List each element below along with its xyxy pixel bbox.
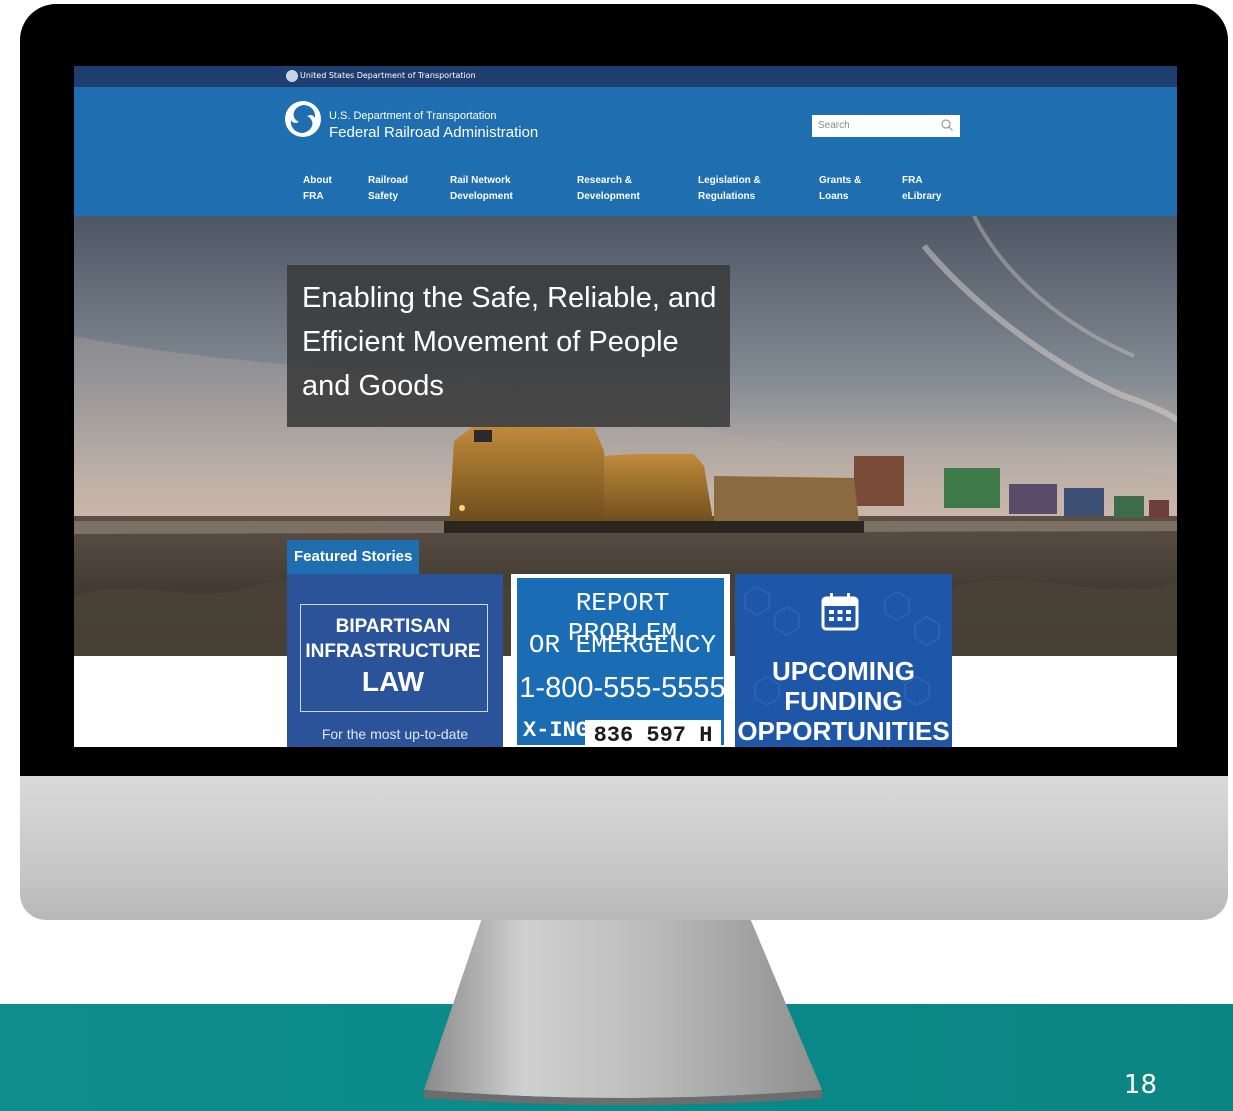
nav-research-development[interactable]: Research & Development bbox=[577, 173, 640, 205]
card-upcoming-funding[interactable]: UPCOMING FUNDING OPPORTUNITIES bbox=[735, 574, 952, 747]
hero-title-line-3: and Goods bbox=[302, 370, 444, 402]
site-header: U.S. Department of Transportation Federa… bbox=[74, 87, 1177, 216]
hero-title-line-1: Enabling the Safe, Reliable, and bbox=[302, 282, 717, 314]
card2-xing-label: X-ING bbox=[523, 718, 590, 743]
card2-xing-number: 836 597 H bbox=[585, 720, 721, 747]
website-screen: United States Department of Transportati… bbox=[74, 66, 1177, 747]
card-report-problem[interactable]: REPORT PROBLEM OR EMERGENCY 1-800-555-55… bbox=[511, 574, 730, 747]
logo-title[interactable]: Federal Railroad Administration bbox=[329, 124, 538, 141]
logo-agency-line[interactable]: U.S. Department of Transportation bbox=[329, 110, 497, 122]
nav-railroad-safety[interactable]: Railroad Safety bbox=[368, 173, 408, 205]
gov-banner-text: United States Department of Transportati… bbox=[300, 71, 476, 80]
hero-title-box: Enabling the Safe, Reliable, and Efficie… bbox=[287, 265, 730, 427]
card3-line-3: OPPORTUNITIES bbox=[737, 716, 950, 746]
card2-phone: 1-800-555-5555 bbox=[519, 672, 726, 704]
calendar-icon bbox=[821, 593, 859, 631]
gov-banner: United States Department of Transportati… bbox=[74, 66, 1177, 87]
card3-line-1: UPCOMING bbox=[772, 656, 915, 686]
nav-about-fra[interactable]: About FRA bbox=[303, 173, 332, 205]
card1-footer: For the most up-to-date bbox=[321, 726, 469, 742]
card2-sign: REPORT PROBLEM OR EMERGENCY 1-800-555-55… bbox=[515, 576, 726, 747]
dot-logo-icon[interactable] bbox=[285, 101, 321, 137]
card3-line-2: FUNDING bbox=[784, 686, 903, 716]
hero-title-line-2: Efficient Movement of People bbox=[302, 326, 679, 358]
card1-line-2: INFRASTRUCTURE bbox=[305, 641, 481, 662]
search-icon[interactable] bbox=[940, 118, 954, 132]
monitor-chin bbox=[20, 776, 1228, 920]
featured-stories-label: Featured Stories bbox=[287, 540, 420, 574]
search-input[interactable]: Search bbox=[812, 115, 960, 137]
nav-grants-loans[interactable]: Grants & Loans bbox=[819, 173, 861, 205]
nav-fra-elibrary[interactable]: FRA eLibrary bbox=[902, 173, 941, 205]
slide-footer-band bbox=[0, 1004, 1233, 1111]
card1-line-3: LAW bbox=[361, 666, 425, 697]
nav-legislation-regulations[interactable]: Legislation & Regulations bbox=[698, 173, 761, 205]
search-placeholder: Search bbox=[818, 120, 850, 131]
card-bipartisan-infrastructure-law[interactable]: BIPARTISAN INFRASTRUCTURE LAW For the mo… bbox=[287, 574, 503, 747]
card1-line-1: BIPARTISAN bbox=[335, 616, 451, 637]
slide-number: 18 bbox=[1123, 1070, 1157, 1100]
card2-line-2: OR EMERGENCY bbox=[528, 630, 717, 660]
nav-rail-network-development[interactable]: Rail Network Development bbox=[450, 173, 513, 205]
dot-seal-icon bbox=[286, 70, 298, 82]
